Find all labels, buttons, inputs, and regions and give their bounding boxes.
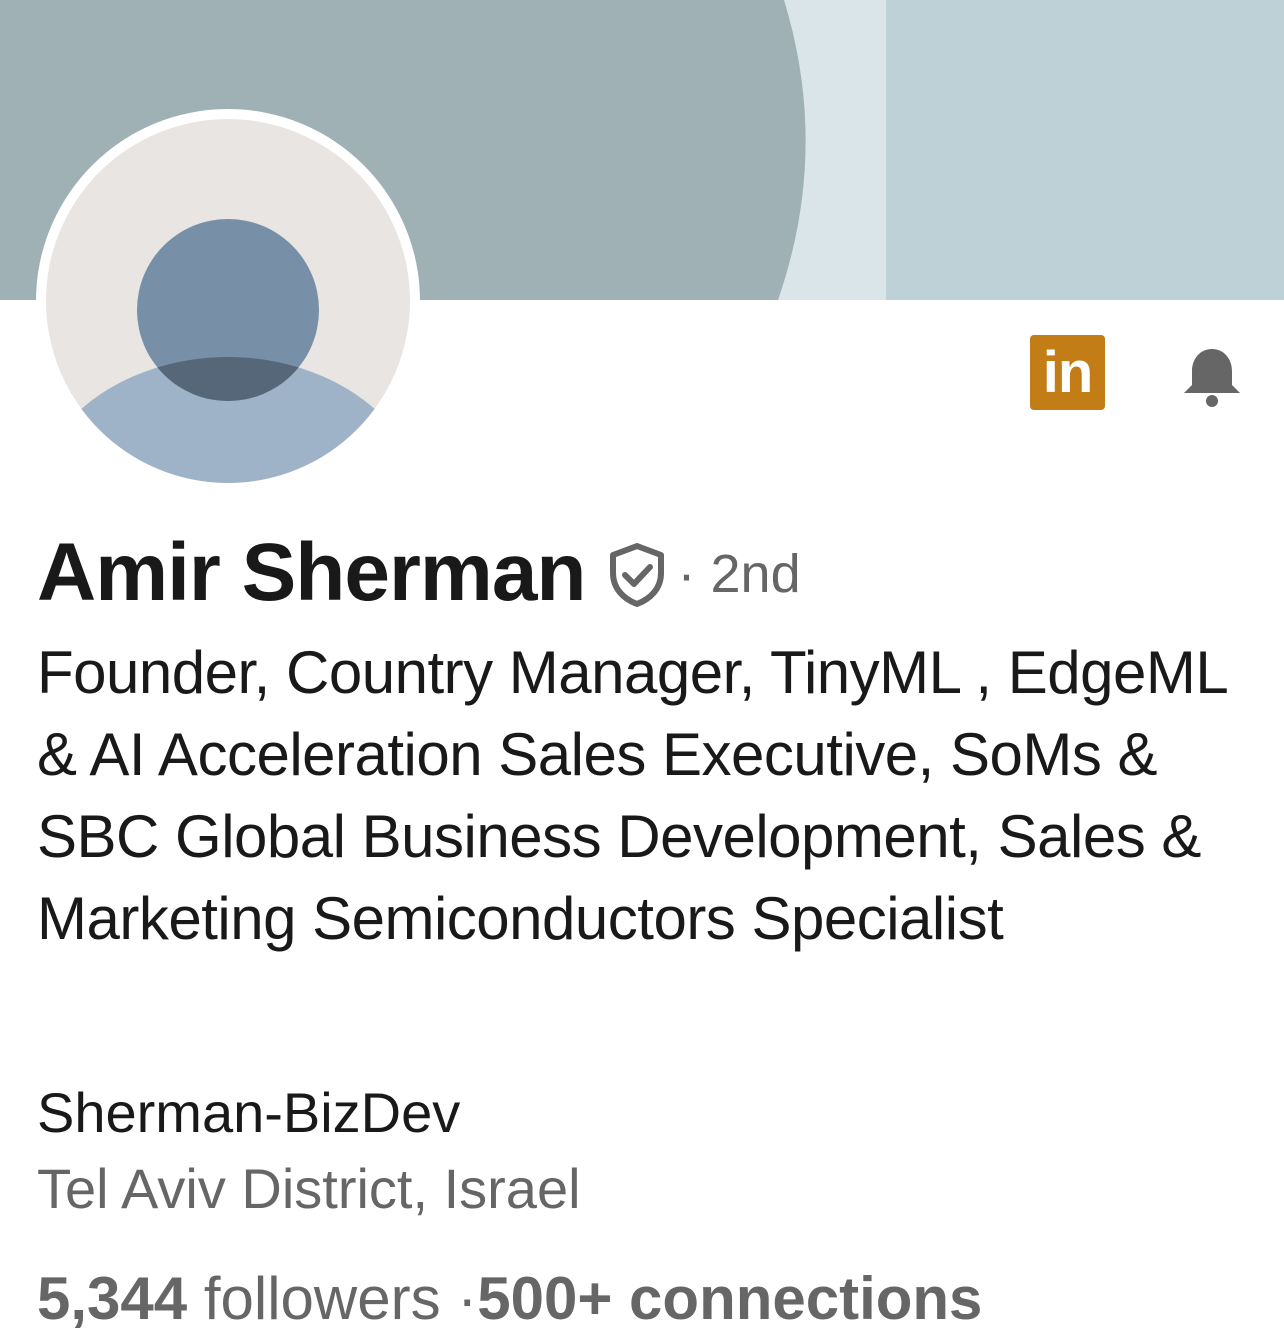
profile-page: in Amir Sherman · 2nd Founder, Country M… xyxy=(0,0,1284,1328)
profile-name: Amir Sherman xyxy=(37,527,587,618)
bell-icon-graphic xyxy=(1184,349,1240,407)
network-stats: 5,344 followers ·500+ connections xyxy=(37,1264,982,1328)
followers-label[interactable]: followers · xyxy=(187,1265,477,1328)
followers-count[interactable]: 5,344 xyxy=(37,1265,187,1328)
bell-icon[interactable] xyxy=(1180,345,1244,409)
current-company[interactable]: Sherman-BizDev xyxy=(37,1080,460,1145)
profile-location: Tel Aviv District, Israel xyxy=(37,1157,581,1220)
default-avatar-icon xyxy=(46,119,410,483)
name-row: Amir Sherman · 2nd xyxy=(37,527,801,618)
profile-avatar[interactable] xyxy=(36,109,420,493)
profile-headline: Founder, Country Manager, TinyML , EdgeM… xyxy=(37,639,1227,952)
connections-count[interactable]: 500+ connections xyxy=(477,1265,982,1328)
shield-check-icon[interactable] xyxy=(608,543,666,607)
linkedin-premium-icon[interactable]: in xyxy=(1030,335,1105,410)
connection-degree: · 2nd xyxy=(677,544,801,604)
